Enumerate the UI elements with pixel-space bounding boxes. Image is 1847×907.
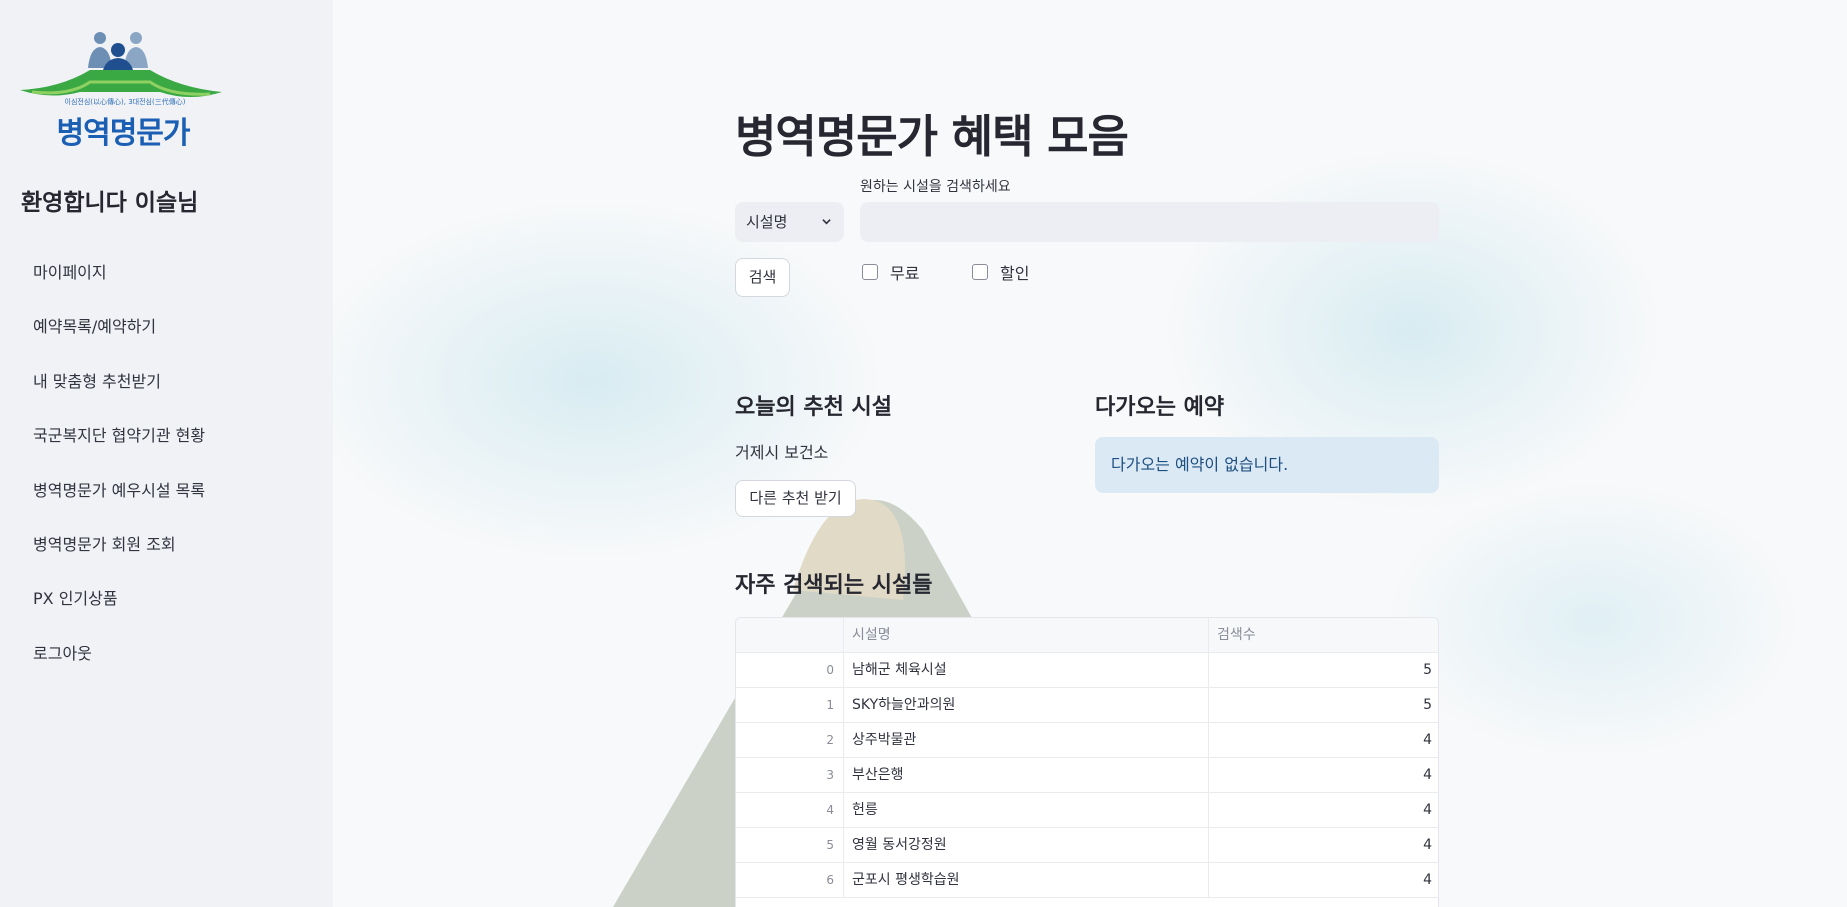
sidebar-item-reservations[interactable]: 예약목록/예약하기 — [0, 309, 333, 363]
discount-checkbox[interactable]: 할인 — [972, 262, 1030, 283]
row-count: 4 — [1423, 732, 1432, 748]
row-count: 5 — [1423, 662, 1432, 678]
upcoming-heading: 다가오는 예약 — [1095, 395, 1225, 420]
row-name: 헌릉 — [844, 793, 1209, 828]
popular-heading: 자주 검색되는 시설들 — [735, 573, 933, 598]
table-row[interactable]: 0 남해군 체육시설 5 — [736, 653, 1438, 688]
search-button[interactable]: 검색 — [735, 258, 790, 297]
chevron-down-icon — [822, 219, 831, 225]
row-index: 4 — [736, 793, 844, 828]
free-checkbox-box[interactable] — [862, 264, 878, 280]
row-name: 군포시 평생학습원 — [844, 863, 1209, 898]
table-row[interactable]: 5 영월 동서강정원 4 — [736, 828, 1438, 863]
row-count: 4 — [1423, 802, 1432, 818]
row-name: 부산은행 — [844, 758, 1209, 793]
logo-text: 병역명문가 — [56, 116, 191, 151]
row-index: 5 — [736, 828, 844, 863]
other-recommendation-button[interactable]: 다른 추천 받기 — [735, 480, 856, 517]
table-header-index — [736, 618, 844, 653]
free-checkbox[interactable]: 무료 — [862, 262, 920, 283]
discount-checkbox-label: 할인 — [1000, 264, 1030, 283]
table-row[interactable]: 3 부산은행 4 — [736, 758, 1438, 793]
table-row[interactable]: 2 상주박물관 4 — [736, 723, 1438, 758]
sidebar-item-members[interactable]: 병역명문가 회원 조회 — [0, 527, 333, 581]
row-count: 4 — [1423, 872, 1432, 888]
sidebar-item-mypage[interactable]: 마이페이지 — [0, 255, 333, 309]
row-name: 영월 동서강정원 — [844, 828, 1209, 863]
search-type-select[interactable]: 시설명 — [735, 202, 844, 242]
row-count: 5 — [1423, 697, 1432, 713]
row-index: 0 — [736, 653, 844, 688]
row-count: 4 — [1423, 837, 1432, 853]
page-title: 병역명문가 혜택 모음 — [735, 110, 1129, 163]
row-index: 3 — [736, 758, 844, 793]
table-row[interactable]: 1 SKY하늘안과의원 5 — [736, 688, 1438, 723]
table-row[interactable]: 4 헌릉 4 — [736, 793, 1438, 828]
popular-facilities-table[interactable]: 시설명 검색수 0 남해군 체육시설 5 1 SKY하늘안과의원 5 2 상주박… — [735, 617, 1439, 907]
sidebar-item-logout[interactable]: 로그아웃 — [0, 636, 333, 690]
sidebar-item-facilities[interactable]: 병역명문가 예우시설 목록 — [0, 473, 333, 527]
recommend-facility-name: 거제시 보건소 — [735, 443, 829, 462]
search-label: 원하는 시설을 검색하세요 — [860, 179, 1011, 195]
sidebar-item-px-products[interactable]: PX 인기상품 — [0, 581, 333, 635]
table-row[interactable]: 6 군포시 평생학습원 4 — [736, 863, 1438, 898]
table-header-count[interactable]: 검색수 — [1209, 618, 1438, 653]
sidebar-item-partner-agencies[interactable]: 국군복지단 협약기관 현황 — [0, 418, 333, 472]
recommend-heading: 오늘의 추천 시설 — [735, 395, 892, 420]
logo-subtext: 이심전심(以心傳心), 3대전심(三代傳心) — [64, 98, 186, 106]
row-index: 1 — [736, 688, 844, 723]
search-input[interactable] — [860, 202, 1439, 242]
discount-checkbox-box[interactable] — [972, 264, 988, 280]
sidebar: 이심전심(以心傳心), 3대전심(三代傳心) 병역명문가 환영합니다 이슬님 마… — [0, 0, 333, 907]
table-header-row: 시설명 검색수 — [736, 618, 1438, 653]
sidebar-nav: 마이페이지 예약목록/예약하기 내 맞춤형 추천받기 국군복지단 협약기관 현황… — [0, 255, 333, 690]
welcome-text: 환영합니다 이슬님 — [21, 190, 199, 216]
row-name: 상주박물관 — [844, 723, 1209, 758]
sidebar-item-recommend[interactable]: 내 맞춤형 추천받기 — [0, 364, 333, 418]
free-checkbox-label: 무료 — [890, 264, 920, 283]
logo: 이심전심(以心傳心), 3대전심(三代傳心) 병역명문가 — [20, 30, 222, 152]
row-name: SKY하늘안과의원 — [844, 688, 1209, 723]
row-count: 4 — [1423, 767, 1432, 783]
search-type-value: 시설명 — [746, 213, 788, 231]
row-index: 6 — [736, 863, 844, 898]
row-index: 2 — [736, 723, 844, 758]
row-name: 남해군 체육시설 — [844, 653, 1209, 688]
upcoming-info-box: 다가오는 예약이 없습니다. — [1095, 437, 1439, 493]
table-header-name[interactable]: 시설명 — [844, 618, 1209, 653]
